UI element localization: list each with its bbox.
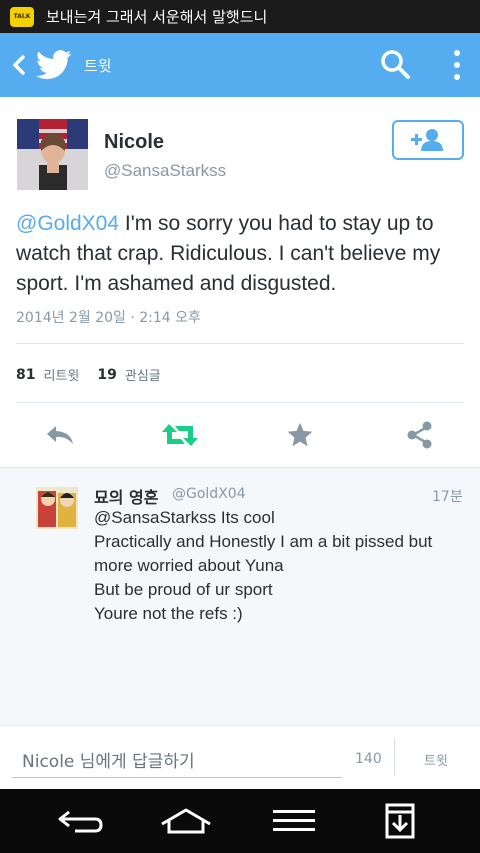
status-bar: TALK 보내는겨 그래서 서운해서 말햇드니 bbox=[0, 0, 480, 33]
compose-bar: 140 트윗 bbox=[0, 725, 480, 789]
avatar[interactable] bbox=[17, 119, 88, 190]
nav-download-icon[interactable] bbox=[372, 801, 428, 841]
tweet-timestamp: 2014년 2월 20일 · 2:14 오후 bbox=[16, 310, 201, 326]
notification-text: 보내는겨 그래서 서운해서 말햇드니 bbox=[46, 8, 268, 26]
favorites-count[interactable]: 19 bbox=[97, 367, 116, 383]
overflow-menu-icon[interactable] bbox=[446, 47, 468, 83]
reply-user-name[interactable]: 묘의 영혼 bbox=[94, 484, 158, 508]
reply-list: 묘의 영혼 @GoldX04 17분 @SansaStarkss Its coo… bbox=[0, 467, 480, 725]
divider bbox=[394, 738, 395, 776]
follow-button[interactable] bbox=[392, 120, 464, 160]
reply-avatar[interactable] bbox=[36, 487, 78, 529]
char-count: 140 bbox=[355, 751, 382, 767]
user-name[interactable]: Nicole bbox=[104, 131, 164, 154]
reply-time: 17분 bbox=[432, 489, 463, 505]
share-button[interactable] bbox=[400, 417, 440, 453]
back-arrow-icon[interactable] bbox=[4, 33, 34, 97]
reply-user-handle[interactable]: @GoldX04 bbox=[172, 486, 246, 502]
share-icon bbox=[407, 421, 432, 449]
tweet-send-button[interactable]: 트윗 bbox=[424, 750, 448, 769]
kakaotalk-icon: TALK bbox=[10, 6, 34, 27]
favorite-button[interactable] bbox=[280, 417, 320, 453]
nav-back-icon[interactable] bbox=[52, 801, 108, 841]
mention-link[interactable]: @GoldX04 bbox=[16, 212, 119, 235]
favorites-label[interactable]: 관심글 bbox=[125, 365, 161, 384]
search-icon[interactable] bbox=[378, 47, 414, 83]
retweet-button[interactable] bbox=[160, 417, 200, 453]
twitter-bird-icon bbox=[36, 46, 74, 84]
tweet-stats: 81 리트윗 19 관심글 bbox=[16, 365, 179, 385]
nav-home-icon[interactable] bbox=[158, 801, 214, 841]
system-nav-bar bbox=[0, 789, 480, 853]
divider bbox=[16, 402, 464, 403]
page-title: 트윗 bbox=[84, 56, 112, 75]
app-bar: 트윗 bbox=[0, 33, 480, 97]
reply-line: But be proud of ur sport bbox=[94, 580, 273, 599]
tweet-detail: Nicole @SansaStarkss @GoldX04 I'm so sor… bbox=[0, 97, 480, 467]
retweets-count[interactable]: 81 bbox=[16, 367, 35, 383]
retweet-icon bbox=[162, 424, 198, 446]
nav-menu-icon[interactable] bbox=[266, 801, 322, 841]
reply-line: @SansaStarkss Its cool bbox=[94, 508, 275, 527]
reply-line: Practically and Honestly I am a bit piss… bbox=[94, 532, 433, 575]
reply-input[interactable] bbox=[12, 746, 342, 778]
divider bbox=[16, 343, 464, 344]
reply-button[interactable] bbox=[40, 417, 80, 453]
favorite-star-icon bbox=[287, 422, 313, 447]
reply-text: @SansaStarkss Its cool Practically and H… bbox=[94, 506, 469, 626]
add-user-icon bbox=[411, 129, 443, 151]
tweet-text: @GoldX04 I'm so sorry you had to stay up… bbox=[16, 209, 471, 299]
user-handle[interactable]: @SansaStarkss bbox=[104, 161, 226, 181]
retweets-label[interactable]: 리트윗 bbox=[43, 365, 79, 384]
reply-line: Youre not the refs :) bbox=[94, 604, 243, 623]
reply-icon bbox=[47, 426, 73, 444]
